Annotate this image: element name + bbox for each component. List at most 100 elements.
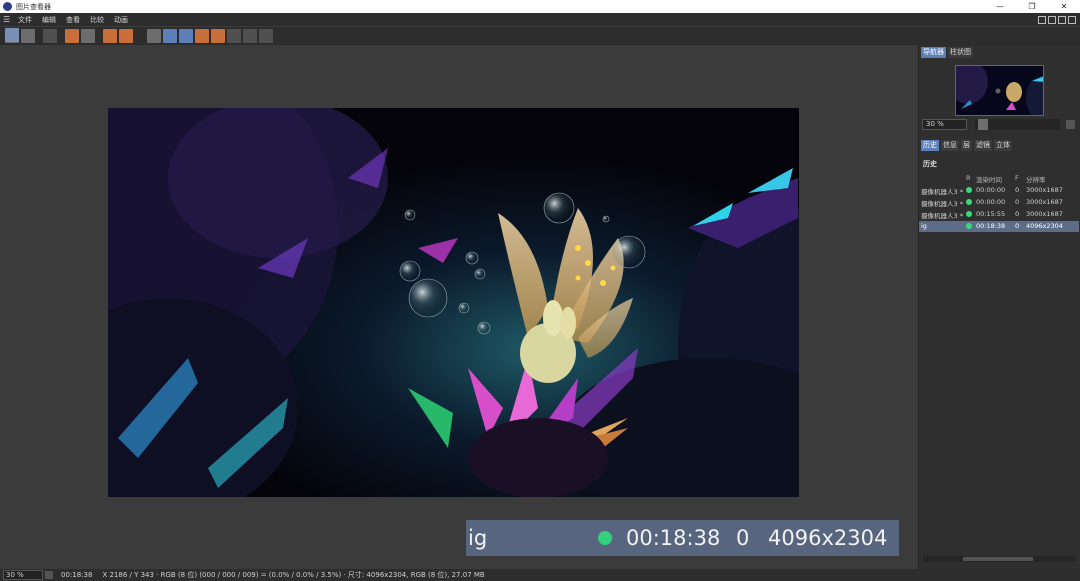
status-dot-icon: [966, 223, 972, 229]
history-row-resolution: 3000x1687: [1026, 210, 1063, 218]
menu-animation[interactable]: 动画: [109, 15, 133, 25]
zoom-slider-knob[interactable]: [978, 119, 988, 130]
column-resolution: 分辨率: [1026, 176, 1046, 184]
paste-icon[interactable]: [119, 29, 133, 43]
thumbnail-image: [956, 66, 1043, 115]
split-view-icon[interactable]: [147, 29, 161, 43]
panel-layout-icon[interactable]: [1038, 15, 1046, 24]
navigator-tabs: 导航器 柱状图: [919, 45, 1080, 59]
status-bar: 30 % 00:18:38 X 2186 / Y 343 · RGB (8 位)…: [0, 569, 1080, 581]
history-row[interactable]: 摄像机器人3 * 00:00:00 0 3000x1687: [919, 185, 1079, 196]
minimize-button[interactable]: —: [984, 0, 1016, 13]
callout-render-time: 00:18:38: [626, 526, 721, 550]
history-scrollbar[interactable]: [923, 556, 1075, 562]
zoom-value-field[interactable]: 30 %: [922, 119, 967, 130]
copy-icon[interactable]: [103, 29, 117, 43]
history-header: R 渲染时间 F 分辨率: [919, 173, 1079, 184]
crop-icon[interactable]: [65, 29, 79, 43]
tab-info[interactable]: 信息: [941, 140, 959, 151]
toolbar: [0, 27, 1080, 45]
toolbar-separator: [135, 29, 139, 43]
history-title: 历史: [923, 160, 937, 168]
tab-histogram[interactable]: 柱状图: [948, 47, 973, 58]
callout-resolution: 4096x2304: [768, 526, 888, 550]
picture-viewer-window: 图片查看器 — ❐ ✕ ☰ 文件 编辑 查看 比较 动画 ig 00:18:38…: [0, 0, 1080, 581]
tab-history[interactable]: 历史: [921, 140, 939, 151]
menu-edit[interactable]: 编辑: [37, 15, 61, 25]
swap-horizontal-icon[interactable]: [243, 29, 257, 43]
swap-vertical-icon[interactable]: [259, 29, 273, 43]
channel-b-icon[interactable]: [211, 29, 225, 43]
navigator-thumbnail[interactable]: [955, 65, 1044, 116]
tab-filters[interactable]: 滤镜: [974, 140, 992, 151]
history-row-name: 摄像机器人3 *: [921, 200, 963, 208]
rendered-image: [108, 108, 799, 497]
callout-name: ig: [468, 526, 488, 550]
menu-file[interactable]: 文件: [13, 15, 37, 25]
history-row-frame: 0: [1015, 198, 1020, 206]
history-row-resolution: 4096x2304: [1026, 222, 1063, 230]
toolbar-separator: [141, 29, 145, 43]
tab-navigator[interactable]: 导航器: [921, 47, 946, 58]
toolbar-separator: [37, 29, 41, 43]
horizontal-split-icon[interactable]: [163, 29, 177, 43]
status-dot-icon: [598, 531, 612, 545]
history-row-time: 00:15:55: [976, 210, 1006, 218]
history-row-zoom-callout: ig 00:18:38 0 4096x2304: [466, 520, 899, 556]
split-layout-icon[interactable]: [1048, 15, 1056, 24]
menu-bar: ☰ 文件 编辑 查看 比较 动画: [0, 13, 1080, 26]
image-viewport[interactable]: ig 00:18:38 0 4096x2304: [0, 45, 918, 569]
status-zoom-field[interactable]: 30 %: [3, 570, 43, 580]
history-row[interactable]: 摄像机器人3 * 00:00:00 0 3000x1687: [919, 197, 1079, 208]
history-tabs: 历史 信息 层 滤镜 立体: [921, 140, 1012, 151]
title-bar: 图片查看器 — ❐ ✕: [0, 0, 1080, 13]
column-frame: F: [1015, 174, 1019, 182]
fantasy-scene-image: [108, 108, 799, 497]
save-icon[interactable]: [21, 29, 35, 43]
toolbar-separator: [59, 29, 63, 43]
history-row-frame: 0: [1015, 210, 1020, 218]
toolbar-separator: [97, 29, 101, 43]
status-pixel-info: X 2186 / Y 343 · RGB (8 位) (000 / 000 / …: [102, 571, 485, 579]
history-row-resolution: 3000x1687: [1026, 198, 1063, 206]
history-row-name: 摄像机器人3 *: [921, 212, 963, 220]
status-dot-icon: [966, 187, 972, 193]
status-dot-icon: [966, 199, 972, 205]
history-row-selected[interactable]: ig 00:18:38 0 4096x2304: [919, 221, 1079, 232]
app-icon: [3, 2, 12, 11]
channel-a-icon[interactable]: [195, 29, 209, 43]
expand-icon[interactable]: [1058, 15, 1066, 24]
window-controls: — ❐ ✕: [984, 0, 1080, 13]
close-button[interactable]: ✕: [1048, 0, 1080, 13]
status-dot-icon: [966, 211, 972, 217]
tab-layers[interactable]: 层: [961, 140, 972, 151]
compare-ab-icon[interactable]: [5, 28, 19, 42]
layout-icons: [1038, 15, 1076, 24]
zoom-dropdown-icon[interactable]: [1066, 120, 1075, 129]
column-r: R: [966, 174, 971, 182]
scrollbar-thumb[interactable]: [963, 557, 1033, 561]
history-row-time: 00:00:00: [976, 198, 1006, 206]
history-row-name: 摄像机器人3 *: [921, 188, 963, 196]
stamp-icon[interactable]: [81, 29, 95, 43]
history-row-resolution: 3000x1687: [1026, 186, 1063, 194]
history-row-time: 00:18:38: [976, 222, 1006, 230]
history-row-time: 00:00:00: [976, 186, 1006, 194]
history-row-name: ig: [921, 222, 927, 230]
history-row[interactable]: 摄像机器人3 * 00:15:55 0 3000x1687: [919, 209, 1079, 220]
menu-view[interactable]: 查看: [61, 15, 85, 25]
hamburger-icon[interactable]: ☰: [3, 15, 13, 24]
pin-icon[interactable]: [1068, 15, 1076, 24]
delete-icon[interactable]: [43, 29, 57, 43]
window-title: 图片查看器: [16, 2, 51, 11]
status-zoom-dropdown-icon[interactable]: [45, 571, 53, 579]
history-row-frame: 0: [1015, 186, 1020, 194]
maximize-button[interactable]: ❐: [1016, 0, 1048, 13]
vertical-split-icon[interactable]: [179, 29, 193, 43]
navigator-zoom-control: 30 %: [922, 119, 1077, 130]
tab-stereo[interactable]: 立体: [994, 140, 1012, 151]
zoom-slider[interactable]: [975, 119, 1060, 130]
swap-icon[interactable]: [227, 29, 241, 43]
callout-frame: 0: [736, 526, 750, 550]
menu-compare[interactable]: 比较: [85, 15, 109, 25]
